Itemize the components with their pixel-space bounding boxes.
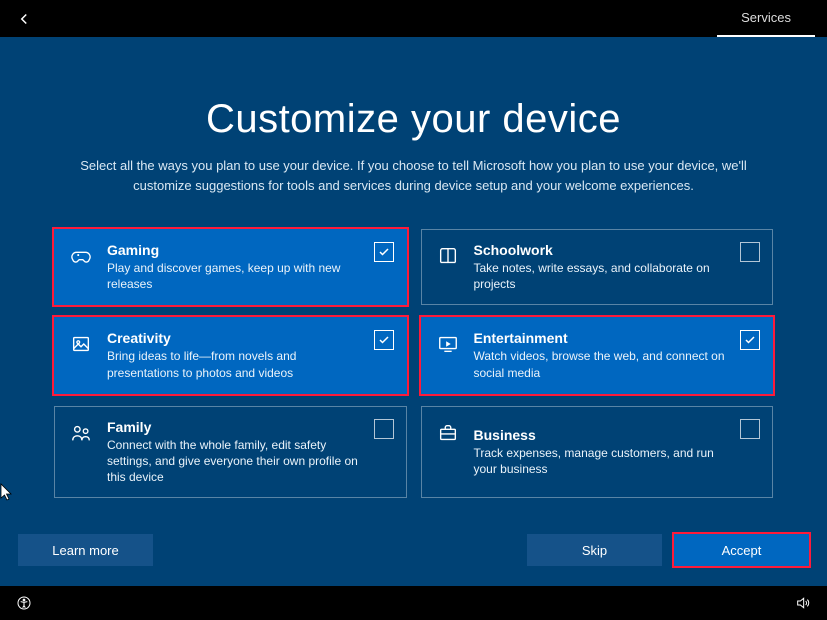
card-title: Gaming xyxy=(107,242,360,258)
family-icon xyxy=(69,421,93,445)
checkbox[interactable] xyxy=(374,419,394,439)
card-title: Schoolwork xyxy=(474,242,727,258)
accessibility-icon[interactable] xyxy=(14,593,34,613)
arrow-left-icon xyxy=(15,10,33,28)
card-gaming[interactable]: Gaming Play and discover games, keep up … xyxy=(54,229,407,305)
checkbox[interactable] xyxy=(740,330,760,350)
learn-more-button[interactable]: Learn more xyxy=(18,534,153,566)
right-button-group: Skip Accept xyxy=(527,534,809,566)
page-content: Customize your device Select all the way… xyxy=(0,37,827,586)
card-family[interactable]: Family Connect with the whole family, ed… xyxy=(54,406,407,499)
checkbox[interactable] xyxy=(374,242,394,262)
card-title: Family xyxy=(107,419,360,435)
creativity-icon xyxy=(69,332,93,356)
card-desc: Watch videos, browse the web, and connec… xyxy=(474,348,727,380)
card-title: Creativity xyxy=(107,330,360,346)
entertainment-icon xyxy=(436,332,460,356)
card-schoolwork[interactable]: Schoolwork Take notes, write essays, and… xyxy=(421,229,774,305)
card-creativity[interactable]: Creativity Bring ideas to life—from nove… xyxy=(54,317,407,393)
gaming-icon xyxy=(69,244,93,268)
taskbar xyxy=(0,586,827,620)
card-desc: Play and discover games, keep up with ne… xyxy=(107,260,360,292)
options-grid: Gaming Play and discover games, keep up … xyxy=(54,229,773,498)
card-desc: Track expenses, manage customers, and ru… xyxy=(474,445,727,477)
schoolwork-icon xyxy=(436,244,460,268)
checkbox[interactable] xyxy=(374,330,394,350)
page-subtitle: Select all the ways you plan to use your… xyxy=(64,156,764,195)
page-title: Customize your device xyxy=(54,97,773,142)
card-desc: Bring ideas to life—from novels and pres… xyxy=(107,348,360,380)
card-desc: Take notes, write essays, and collaborat… xyxy=(474,260,727,292)
card-title: Business xyxy=(474,427,727,443)
card-desc: Connect with the whole family, edit safe… xyxy=(107,437,360,486)
header-tabs: Services xyxy=(717,0,815,37)
accept-button[interactable]: Accept xyxy=(674,534,809,566)
checkbox[interactable] xyxy=(740,419,760,439)
skip-button[interactable]: Skip xyxy=(527,534,662,566)
business-icon xyxy=(436,421,460,445)
card-entertainment[interactable]: Entertainment Watch videos, browse the w… xyxy=(421,317,774,393)
header-bar: Services xyxy=(0,0,827,37)
back-button[interactable] xyxy=(12,7,36,31)
card-title: Entertainment xyxy=(474,330,727,346)
card-business[interactable]: Business Track expenses, manage customer… xyxy=(421,406,774,499)
tab-services[interactable]: Services xyxy=(717,0,815,37)
footer-buttons: Learn more Skip Accept xyxy=(0,534,827,566)
volume-icon[interactable] xyxy=(793,593,813,613)
checkbox[interactable] xyxy=(740,242,760,262)
